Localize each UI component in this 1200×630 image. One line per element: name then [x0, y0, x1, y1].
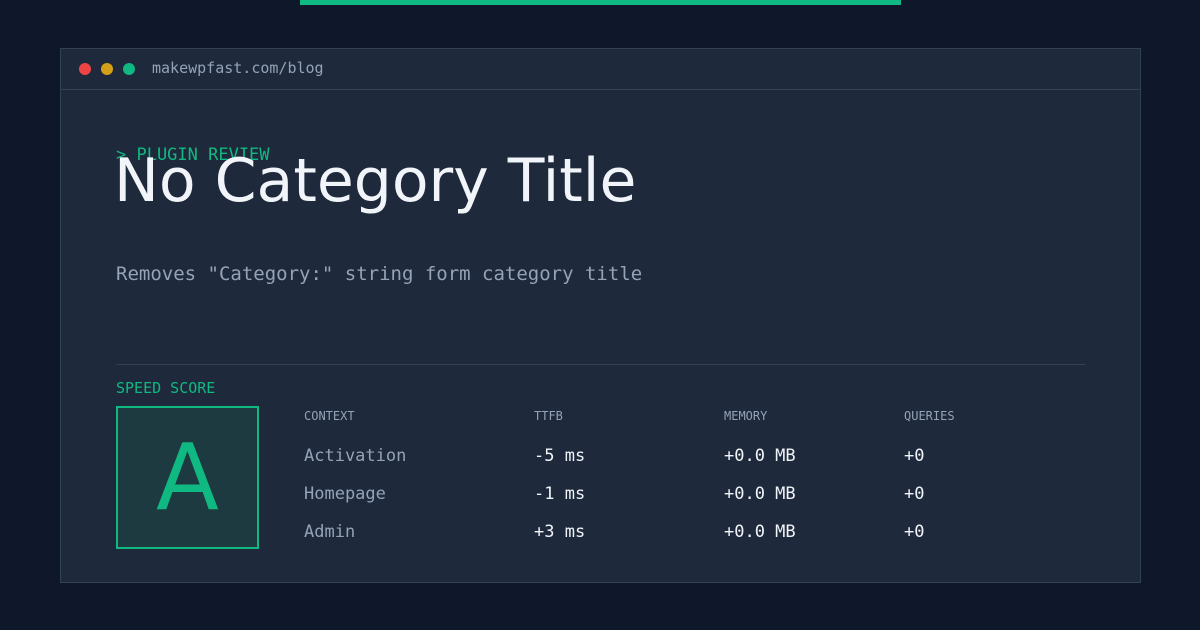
- header-context: CONTEXT: [304, 409, 355, 423]
- maximize-dot-icon: [123, 63, 135, 75]
- row-activation-memory: +0.0 MB: [724, 446, 796, 466]
- row-admin-ttfb: +3 ms: [534, 522, 586, 542]
- row-homepage-memory: +0.0 MB: [724, 484, 796, 504]
- top-accent-bar: [300, 0, 901, 5]
- row-admin-memory: +0.0 MB: [724, 522, 796, 542]
- speed-score-label: SPEED SCORE: [116, 379, 216, 397]
- section-divider: [116, 364, 1085, 365]
- header-memory: MEMORY: [724, 409, 768, 423]
- window-url: makewpfast.com/blog: [152, 59, 324, 77]
- row-admin-queries: +0: [904, 522, 925, 542]
- row-homepage-context: Homepage: [304, 484, 386, 504]
- speed-score-grade: A: [156, 424, 219, 531]
- row-activation-context: Activation: [304, 446, 407, 466]
- header-queries: QUERIES: [904, 409, 955, 423]
- row-activation-queries: +0: [904, 446, 925, 466]
- page-description: Removes "Category:" string form category…: [116, 263, 643, 285]
- browser-window: makewpfast.com/blog > PLUGIN REVIEW No C…: [60, 48, 1141, 583]
- minimize-dot-icon: [101, 63, 113, 75]
- window-titlebar: makewpfast.com/blog: [61, 49, 1140, 90]
- row-homepage-queries: +0: [904, 484, 925, 504]
- row-homepage-ttfb: -1 ms: [534, 484, 586, 504]
- close-dot-icon: [79, 63, 91, 75]
- row-activation-ttfb: -5 ms: [534, 446, 586, 466]
- page-title: No Category Title: [114, 146, 637, 216]
- row-admin-context: Admin: [304, 522, 356, 542]
- header-ttfb: TTFB: [534, 409, 563, 423]
- speed-score-box: A: [116, 406, 259, 549]
